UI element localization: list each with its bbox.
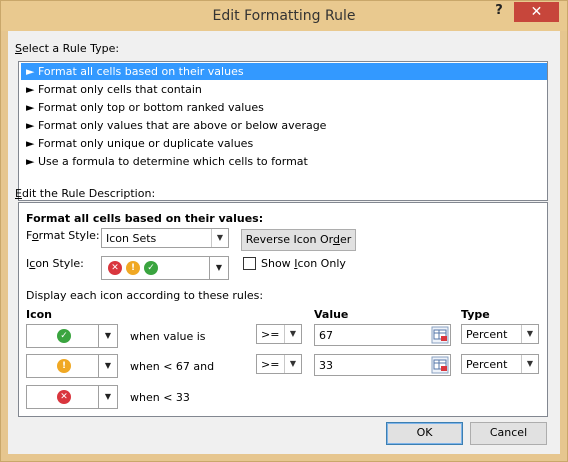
cancel-button[interactable]: Cancel bbox=[470, 422, 547, 445]
row-type-select[interactable]: Percent ▼ bbox=[461, 354, 539, 374]
chevron-down-icon[interactable]: ▼ bbox=[521, 355, 538, 373]
chevron-down-icon[interactable]: ▼ bbox=[209, 257, 228, 279]
description-heading: Format all cells based on their values: bbox=[26, 212, 264, 225]
column-header-icon: Icon bbox=[26, 308, 53, 321]
rule-type-label: Select a Rule Type: bbox=[15, 42, 120, 55]
row-operator-select[interactable]: >= ▼ bbox=[256, 354, 302, 374]
icon-style-select[interactable]: ✕ ! ✓ ▼ bbox=[101, 256, 229, 280]
column-header-value: Value bbox=[314, 308, 349, 321]
row-condition: when < 67 and bbox=[130, 360, 215, 373]
dialog-client: Select a Rule Type: ► Format all cells ba… bbox=[8, 31, 560, 454]
chevron-down-icon[interactable]: ▼ bbox=[98, 355, 117, 377]
rule-description-panel: Format all cells based on their values: … bbox=[18, 202, 548, 417]
rule-description-label: Edit the Rule Description: bbox=[15, 187, 156, 200]
rule-type-item[interactable]: ► Format only top or bottom ranked values bbox=[21, 99, 547, 116]
show-icon-only-label: Show Icon Only bbox=[261, 257, 346, 270]
row-condition: when value is bbox=[130, 330, 206, 343]
rules-intro: Display each icon according to these rul… bbox=[26, 289, 264, 302]
range-picker-icon[interactable] bbox=[431, 326, 449, 344]
red-x-icon: ✕ bbox=[108, 261, 122, 275]
yellow-exclamation-icon: ! bbox=[126, 261, 140, 275]
format-style-select[interactable]: Icon Sets ▼ bbox=[101, 228, 229, 248]
row-type-select[interactable]: Percent ▼ bbox=[461, 324, 539, 344]
chevron-down-icon[interactable]: ▼ bbox=[98, 325, 117, 347]
row-value-input[interactable]: 67 bbox=[314, 324, 451, 346]
column-header-type: Type bbox=[461, 308, 490, 321]
range-picker-icon[interactable] bbox=[431, 356, 449, 374]
red-x-icon: ✕ bbox=[57, 390, 71, 404]
chevron-down-icon[interactable]: ▼ bbox=[284, 325, 301, 343]
row-operator-select[interactable]: >= ▼ bbox=[256, 324, 302, 344]
dialog-title: Edit Formatting Rule bbox=[212, 8, 356, 24]
close-button[interactable]: ✕ bbox=[514, 2, 559, 22]
rule-type-item[interactable]: ► Format only cells that contain bbox=[21, 81, 547, 98]
row-icon-select[interactable]: ✕ ▼ bbox=[26, 385, 118, 409]
format-style-label: Format Style: bbox=[26, 229, 100, 242]
rule-type-item[interactable]: ► Use a formula to determine which cells … bbox=[21, 153, 547, 170]
rule-type-item[interactable]: ► Format only unique or duplicate values bbox=[21, 135, 547, 152]
dialog-window: Edit Formatting Rule ? ✕ Select a Rule T… bbox=[0, 0, 568, 462]
rule-type-item[interactable]: ► Format all cells based on their values bbox=[21, 63, 547, 80]
green-check-icon: ✓ bbox=[144, 261, 158, 275]
chevron-down-icon[interactable]: ▼ bbox=[521, 325, 538, 343]
help-button[interactable]: ? bbox=[491, 3, 507, 21]
chevron-down-icon[interactable]: ▼ bbox=[211, 229, 228, 247]
chevron-down-icon[interactable]: ▼ bbox=[98, 386, 117, 408]
show-icon-only-checkbox[interactable] bbox=[243, 257, 256, 270]
format-style-value: Icon Sets bbox=[106, 232, 157, 245]
reverse-icon-order-button[interactable]: Reverse Icon Order bbox=[241, 229, 356, 251]
row-icon-select[interactable]: ✓ ▼ bbox=[26, 324, 118, 348]
yellow-exclamation-icon: ! bbox=[57, 359, 71, 373]
row-condition: when < 33 bbox=[130, 391, 190, 404]
row-icon-select[interactable]: ! ▼ bbox=[26, 354, 118, 378]
row-value-input[interactable]: 33 bbox=[314, 354, 451, 376]
rule-type-item[interactable]: ► Format only values that are above or be… bbox=[21, 117, 547, 134]
ok-button[interactable]: OK bbox=[386, 422, 463, 445]
rule-type-list[interactable]: ► Format all cells based on their values … bbox=[18, 61, 548, 201]
title-bar: Edit Formatting Rule ? ✕ bbox=[1, 1, 567, 31]
green-check-icon: ✓ bbox=[57, 329, 71, 343]
icon-style-label: Icon Style: bbox=[26, 257, 84, 270]
chevron-down-icon[interactable]: ▼ bbox=[284, 355, 301, 373]
